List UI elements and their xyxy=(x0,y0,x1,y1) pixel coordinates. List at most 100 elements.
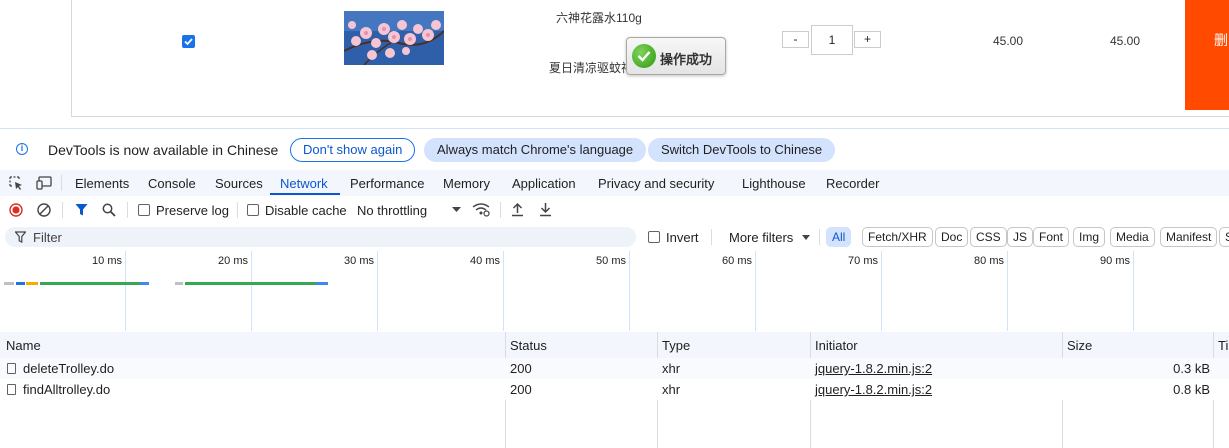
waterfall-queue-bar xyxy=(175,282,183,285)
preserve-log-label: Preserve log xyxy=(156,203,229,218)
type-filter-doc[interactable]: Doc xyxy=(935,227,969,247)
devtools-tabbar: Elements Console Sources Network Perform… xyxy=(0,170,1229,197)
tab-network[interactable]: Network xyxy=(280,176,328,191)
import-har-icon[interactable] xyxy=(511,202,524,217)
type-filter-fetch-xhr[interactable]: Fetch/XHR xyxy=(862,227,933,247)
waterfall-waiting-bar xyxy=(185,282,316,285)
tab-elements[interactable]: Elements xyxy=(75,176,129,191)
filterbar-separator xyxy=(819,229,820,245)
column-header-initiator[interactable]: Initiator xyxy=(815,338,858,353)
file-icon xyxy=(7,363,16,374)
timeline-tick: 70 ms xyxy=(848,255,878,267)
file-icon xyxy=(7,384,16,395)
record-stop-icon[interactable] xyxy=(9,203,23,217)
waterfall-waiting-bar xyxy=(40,282,140,285)
disable-cache-checkbox[interactable] xyxy=(247,204,259,216)
devtools-panel: i DevTools is now available in Chinese D… xyxy=(0,128,1229,448)
increase-quantity-button[interactable]: + xyxy=(854,31,881,48)
toolbar-separator xyxy=(127,202,128,218)
column-header-status[interactable]: Status xyxy=(510,338,547,353)
tab-recorder[interactable]: Recorder xyxy=(826,176,879,191)
decrease-quantity-button[interactable]: - xyxy=(782,31,809,48)
product-description: 夏日清凉驱蚊神 xyxy=(549,61,634,75)
type-filter-font[interactable]: Font xyxy=(1033,227,1070,247)
dropdown-arrow-icon[interactable] xyxy=(452,207,461,213)
invert-checkbox[interactable] xyxy=(648,231,660,243)
request-initiator-link[interactable]: jquery-1.8.2.min.js:2 xyxy=(815,361,932,376)
active-tab-indicator xyxy=(270,193,340,195)
item-checkbox[interactable] xyxy=(182,35,195,48)
search-icon[interactable] xyxy=(102,203,116,217)
info-icon: i xyxy=(16,143,28,155)
throttling-select[interactable]: No throttling xyxy=(357,203,427,218)
waterfall-queue-bar xyxy=(4,282,14,285)
column-header-name[interactable]: Name xyxy=(6,338,41,353)
product-image[interactable] xyxy=(344,11,444,65)
tab-memory[interactable]: Memory xyxy=(443,176,490,191)
device-toolbar-icon[interactable] xyxy=(36,176,52,190)
network-conditions-icon[interactable] xyxy=(472,202,490,217)
request-size: 0.8 kB xyxy=(1173,382,1210,397)
request-initiator-link[interactable]: jquery-1.8.2.min.js:2 xyxy=(815,382,932,397)
type-filter-js[interactable]: JS xyxy=(1007,227,1034,247)
request-status: 200 xyxy=(510,361,532,376)
timeline-tick: 30 ms xyxy=(344,255,374,267)
checkmark-icon xyxy=(184,38,193,46)
disable-cache-label: Disable cache xyxy=(265,203,347,218)
switch-to-chinese-button[interactable]: Switch DevTools to Chinese xyxy=(648,138,836,162)
tab-performance[interactable]: Performance xyxy=(350,176,424,191)
request-type: xhr xyxy=(662,361,681,376)
match-language-button[interactable]: Always match Chrome's language xyxy=(424,138,647,162)
tab-lighthouse[interactable]: Lighthouse xyxy=(742,176,806,191)
cart-row: 六神花露水110g 夏日清凉驱蚊神 操作成功 - 1 + 45.00 45.00… xyxy=(0,0,1229,128)
type-filter-all[interactable]: All xyxy=(826,227,852,247)
tab-sources[interactable]: Sources xyxy=(215,176,263,191)
delete-button-label: 删除 xyxy=(1214,32,1229,48)
invert-label: Invert xyxy=(666,230,699,245)
column-header-type[interactable]: Type xyxy=(662,338,690,353)
product-name[interactable]: 六神花露水110g xyxy=(556,9,642,26)
timeline-tick: 40 ms xyxy=(470,255,500,267)
type-filter-more[interactable]: S xyxy=(1219,227,1229,247)
more-filters-arrow-icon[interactable] xyxy=(802,235,810,241)
table-row[interactable]: deleteTrolley.do 200 xhr jquery-1.8.2.mi… xyxy=(0,358,1229,379)
type-filter-css[interactable]: CSS xyxy=(970,227,1007,247)
network-requests-table: Name Status Type Initiator Size Ti delet… xyxy=(0,332,1229,448)
tabbar-separator xyxy=(61,175,62,191)
request-name[interactable]: deleteTrolley.do xyxy=(23,361,114,376)
request-name[interactable]: findAlltrolley.do xyxy=(23,382,110,397)
network-overview-timeline[interactable]: 10 ms 20 ms 30 ms 40 ms 50 ms 60 ms 70 m… xyxy=(0,251,1229,333)
export-har-icon[interactable] xyxy=(539,202,552,217)
timeline-tick: 10 ms xyxy=(92,255,122,267)
type-filter-manifest[interactable]: Manifest xyxy=(1160,227,1218,247)
column-header-time[interactable]: Ti xyxy=(1218,338,1228,353)
type-filter-img[interactable]: Img xyxy=(1073,227,1106,247)
timeline-gridline xyxy=(125,251,126,331)
clear-icon[interactable] xyxy=(37,203,51,217)
network-filterbar: Filter Invert More filters All Fetch/XHR… xyxy=(0,223,1229,252)
subtotal: 45.00 xyxy=(1110,34,1141,48)
delete-button[interactable]: 删除 xyxy=(1185,0,1229,110)
timeline-gridline xyxy=(1133,251,1134,331)
toolbar-separator xyxy=(237,202,238,218)
table-header: Name Status Type Initiator Size Ti xyxy=(0,332,1229,359)
infobar-message: DevTools is now available in Chinese xyxy=(48,142,279,158)
preserve-log-checkbox[interactable] xyxy=(138,204,150,216)
column-header-size[interactable]: Size xyxy=(1067,338,1092,353)
dont-show-again-button[interactable]: Don't show again xyxy=(290,138,416,162)
tab-application[interactable]: Application xyxy=(512,176,576,191)
filter-input[interactable]: Filter xyxy=(5,227,636,247)
waterfall-ssl-bar xyxy=(26,282,38,285)
filter-placeholder: Filter xyxy=(33,230,62,245)
table-row[interactable]: findAlltrolley.do 200 xhr jquery-1.8.2.m… xyxy=(0,379,1229,400)
waterfall-download-bar xyxy=(140,282,149,285)
tab-privacy-security[interactable]: Privacy and security xyxy=(598,176,714,191)
type-filter-media[interactable]: Media xyxy=(1110,227,1155,247)
more-filters-button[interactable]: More filters xyxy=(729,230,793,245)
quantity-input[interactable]: 1 xyxy=(811,25,853,55)
inspect-element-icon[interactable] xyxy=(9,176,24,191)
filter-funnel-icon[interactable] xyxy=(75,203,88,217)
toolbar-separator xyxy=(500,202,501,218)
tab-console[interactable]: Console xyxy=(148,176,196,191)
request-size: 0.3 kB xyxy=(1173,361,1210,376)
